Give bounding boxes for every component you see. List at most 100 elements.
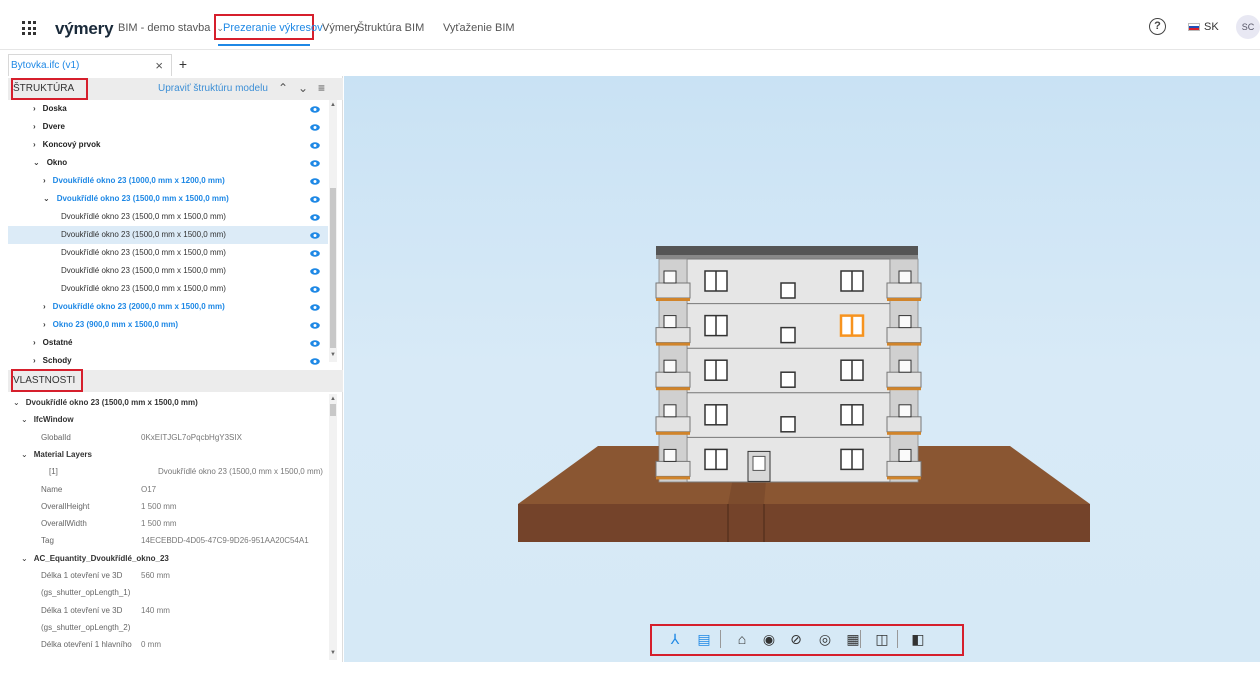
balcony — [886, 416, 922, 433]
eye-icon[interactable] — [310, 196, 320, 203]
collapse-all-icon[interactable]: ⌃ — [278, 81, 288, 95]
tree-item[interactable]: › Dvoukřídlé okno 23 (2000,0 mm x 1500,0 … — [43, 298, 225, 316]
structure-scrollbar[interactable]: ▲ ▼ — [329, 100, 337, 362]
tree-item[interactable]: Dvoukřídlé okno 23 (1500,0 mm x 1500,0 m… — [61, 262, 226, 280]
tree-item[interactable]: › Dvere — [33, 118, 65, 136]
chevron-right-icon[interactable]: › — [33, 122, 36, 131]
balcony — [886, 371, 922, 388]
properties-list-icon[interactable]: ▤ — [694, 629, 714, 649]
scroll-up-icon[interactable]: ▲ — [329, 396, 337, 402]
chevron-right-icon[interactable]: › — [43, 320, 46, 329]
tree-item[interactable]: › Ostatné — [33, 334, 72, 352]
tree-item[interactable]: ⌄ Dvoukřídlé okno 23 (1500,0 mm x 1500,0 … — [43, 190, 229, 208]
nav-tab-bim-structure[interactable]: Štruktúra BIM — [357, 22, 424, 34]
apps-grid-icon[interactable] — [22, 21, 36, 35]
isolate-icon[interactable]: ◎ — [815, 629, 835, 649]
window — [780, 282, 796, 299]
chevron-right-icon[interactable]: › — [43, 302, 46, 311]
hide-selected-icon[interactable]: ⊘ — [786, 629, 806, 649]
eye-icon[interactable] — [310, 178, 320, 185]
scroll-down-icon[interactable]: ▼ — [329, 352, 337, 358]
tree-item[interactable]: Dvoukřídlé okno 23 (1500,0 mm x 1500,0 m… — [61, 244, 226, 262]
avatar[interactable]: SC — [1236, 15, 1260, 39]
eye-icon[interactable] — [310, 268, 320, 275]
file-tab[interactable]: Bytovka.ifc (v1) × — [8, 54, 172, 76]
property-key: OverallHeight — [41, 501, 90, 511]
scroll-thumb[interactable] — [330, 188, 336, 348]
eye-icon[interactable] — [310, 304, 320, 311]
balcony — [886, 327, 922, 344]
chevron-right-icon[interactable]: › — [33, 356, 36, 365]
top-navigation: výmery BIM - demo stavba ⌄ Prezeranie výk… — [0, 8, 1260, 50]
property-group[interactable]: ⌄ AC_Equantity_Dvoukřídlé_okno_23 — [21, 550, 169, 567]
property-group[interactable]: ⌄ IfcWindow — [21, 411, 74, 428]
eye-icon[interactable] — [310, 214, 320, 221]
tree-item[interactable]: Dvoukřídlé okno 23 (1500,0 mm x 1500,0 m… — [61, 208, 226, 226]
property-key: Délka 1 otevření ve 3D — [41, 605, 123, 615]
chevron-down-icon[interactable]: ⌄ — [21, 415, 28, 424]
nav-tab-bim-extraction[interactable]: Vyťaženie BIM — [443, 22, 515, 34]
tree-item[interactable]: › Koncový prvok — [33, 136, 100, 154]
section-plane-icon[interactable]: ◫ — [872, 629, 892, 649]
property-value: 0 mm — [141, 640, 161, 650]
balcony — [655, 371, 691, 388]
toolbar-separator — [897, 630, 898, 648]
terrain-side — [518, 504, 1090, 542]
nav-tab-measurements[interactable]: Výmery — [322, 22, 359, 34]
add-tab-button[interactable]: + — [174, 54, 192, 74]
show-all-icon[interactable]: ◉ — [759, 629, 779, 649]
chevron-down-icon[interactable]: ⌄ — [21, 554, 28, 563]
tree-item-label: Okno 23 (900,0 mm x 1500,0 mm) — [52, 320, 179, 329]
tree-item[interactable]: Dvoukřídlé okno 23 (1500,0 mm x 1500,0 m… — [61, 280, 226, 298]
eye-icon[interactable] — [310, 358, 320, 365]
tree-item[interactable]: ⌄ Okno — [33, 154, 67, 172]
scroll-thumb[interactable] — [330, 404, 336, 416]
eye-icon[interactable] — [310, 142, 320, 149]
property-group[interactable]: ⌄ Dvoukřídlé okno 23 (1500,0 mm x 1500,0 … — [13, 394, 198, 411]
property-group[interactable]: ⌄ Material Layers — [21, 446, 92, 463]
home-view-icon[interactable]: ⌂ — [732, 629, 752, 649]
building-model[interactable] — [344, 76, 1260, 662]
window — [780, 416, 796, 433]
chevron-right-icon[interactable]: › — [43, 176, 46, 185]
scroll-up-icon[interactable]: ▲ — [329, 102, 337, 108]
tree-item[interactable]: › Doska — [33, 100, 67, 118]
chevron-right-icon[interactable]: › — [33, 338, 36, 347]
flag-icon[interactable] — [1188, 23, 1200, 31]
eye-icon[interactable] — [310, 286, 320, 293]
properties-scrollbar[interactable]: ▲ ▼ — [329, 394, 337, 660]
property-row: (gs_shutter_opLength_2) — [41, 619, 130, 636]
eye-icon[interactable] — [310, 160, 320, 167]
clipping-box-icon[interactable]: ◧ — [908, 629, 928, 649]
nav-tab-drawings[interactable]: Prezeranie výkresov — [223, 22, 323, 34]
tree-item[interactable]: › Schody — [33, 352, 72, 370]
project-selector[interactable]: BIM - demo stavba ⌄ — [118, 22, 224, 34]
chevron-right-icon[interactable]: › — [33, 104, 36, 113]
scroll-down-icon[interactable]: ▼ — [329, 650, 337, 656]
highlight-box-properties — [11, 369, 83, 392]
language-selector[interactable]: SK — [1204, 21, 1219, 33]
chevron-down-icon[interactable]: ⌄ — [33, 158, 40, 167]
tree-item[interactable]: › Okno 23 (900,0 mm x 1500,0 mm) — [43, 316, 178, 334]
chevron-down-icon[interactable]: ⌄ — [21, 450, 28, 459]
chevron-down-icon[interactable]: ⌄ — [43, 194, 50, 203]
help-icon[interactable]: ? — [1149, 18, 1166, 35]
chevron-down-icon[interactable]: ⌄ — [13, 398, 20, 407]
eye-icon[interactable] — [310, 124, 320, 131]
3d-viewer[interactable] — [344, 76, 1260, 662]
edit-structure-link[interactable]: Upraviť štruktúru modelu — [158, 83, 268, 94]
brand-logo[interactable]: výmery — [55, 19, 114, 39]
chevron-right-icon[interactable]: › — [33, 140, 36, 149]
expand-all-icon[interactable]: ⌄ — [298, 81, 308, 95]
eye-icon[interactable] — [310, 322, 320, 329]
filter-icon[interactable]: ≡ — [318, 81, 325, 95]
eye-icon[interactable] — [310, 232, 320, 239]
tree-item[interactable]: › Dvoukřídlé okno 23 (1000,0 mm x 1200,0 … — [43, 172, 225, 190]
tree-item[interactable]: Dvoukřídlé okno 23 (1500,0 mm x 1500,0 m… — [61, 226, 226, 244]
eye-icon[interactable] — [310, 340, 320, 347]
eye-icon[interactable] — [310, 250, 320, 257]
structure-tree-icon[interactable]: ⅄ — [665, 629, 685, 649]
close-icon[interactable]: × — [155, 58, 163, 73]
eye-icon[interactable] — [310, 106, 320, 113]
property-row: Délka 1 otevření ve 3D — [41, 567, 122, 584]
